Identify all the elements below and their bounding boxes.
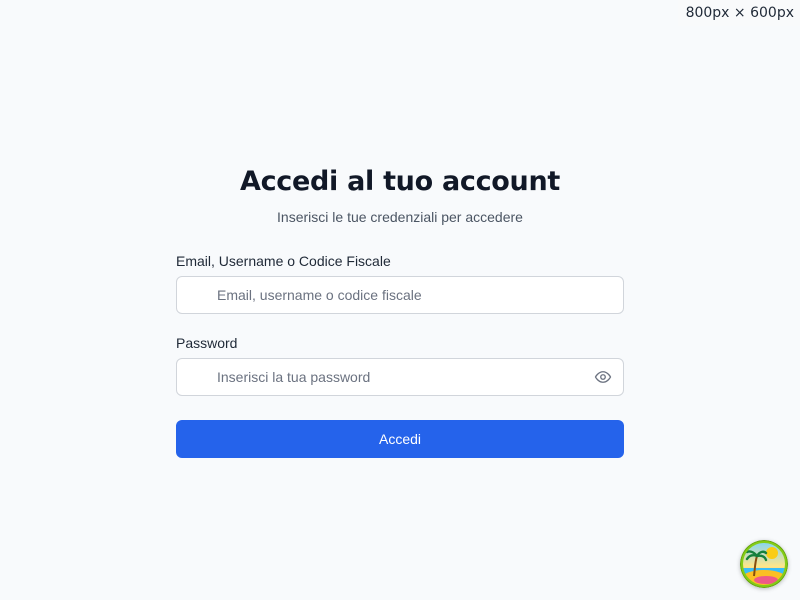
beach-sunset-avatar-icon[interactable] — [740, 540, 788, 588]
login-card: Accedi al tuo account Inserisci le tue c… — [176, 163, 624, 458]
page-subtitle: Inserisci le tue credenziali per acceder… — [277, 209, 523, 225]
login-form: Email, Username o Codice Fiscale Passwor… — [176, 252, 624, 458]
password-input[interactable] — [177, 359, 623, 395]
identifier-label: Email, Username o Codice Fiscale — [176, 253, 391, 269]
password-input-wrapper — [176, 358, 624, 396]
password-label: Password — [176, 335, 238, 351]
identifier-input-wrapper — [176, 276, 624, 314]
identifier-field-group: Email, Username o Codice Fiscale — [176, 252, 624, 314]
page-title: Accedi al tuo account — [240, 166, 560, 197]
password-field-group: Password — [176, 334, 624, 396]
login-submit-button[interactable]: Accedi — [176, 420, 624, 458]
identifier-input[interactable] — [177, 277, 623, 313]
viewport-size-label: 800px × 600px — [677, 0, 800, 26]
eye-icon[interactable] — [593, 367, 613, 387]
